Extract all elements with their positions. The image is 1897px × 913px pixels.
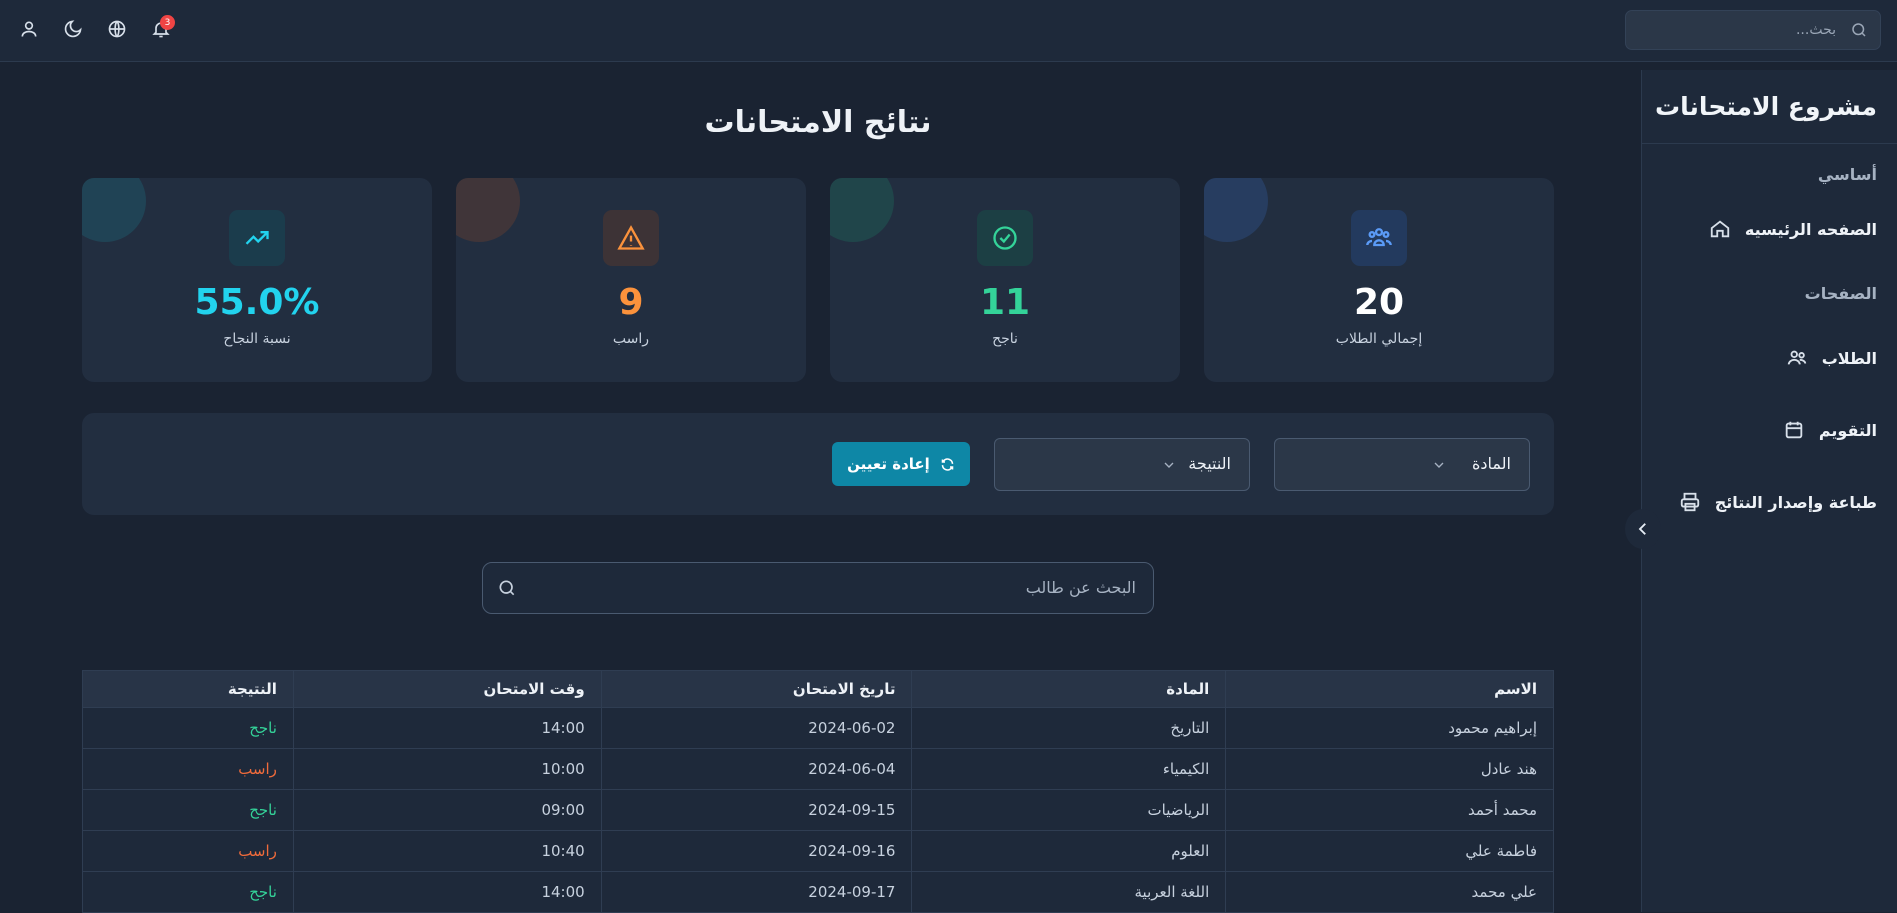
stat-card-failed: 9 راسب	[456, 178, 806, 382]
home-icon	[1710, 220, 1730, 238]
search-icon	[1850, 21, 1868, 43]
cell-result: ناجح	[82, 871, 294, 913]
cell-name: فاطمة علي	[1225, 830, 1554, 872]
chevron-left-icon	[1638, 523, 1646, 535]
cell-exam-date: 2024-09-16	[600, 830, 913, 872]
decorative-blob	[1204, 178, 1268, 242]
cell-exam-time: 14:00	[292, 707, 602, 749]
stat-value: 55.0%	[194, 282, 320, 323]
results-table: الاسم المادة تاريخ الامتحان وقت الامتحان…	[82, 670, 1554, 913]
student-search-input[interactable]: البحث عن طالب	[482, 562, 1154, 614]
cell-name: إبراهيم محمود	[1225, 707, 1554, 749]
cell-exam-time: 10:00	[292, 748, 602, 790]
stat-value: 20	[1353, 282, 1405, 323]
globe-icon[interactable]	[102, 14, 131, 44]
student-search-placeholder: البحث عن طالب	[1025, 578, 1136, 597]
users-icon	[1351, 210, 1407, 266]
decorative-blob	[456, 178, 520, 242]
chevron-down-icon	[1161, 457, 1177, 477]
search-icon	[497, 578, 517, 602]
sidebar-item-label: الصفحه الرئيسيه	[1744, 219, 1877, 239]
sidebar-item-label: طباعة وإصدار النتائج	[1714, 492, 1877, 512]
cell-result: راسب	[82, 748, 294, 790]
section-label-basic: أساسي	[1817, 165, 1877, 184]
stat-label: نسبة النجاح	[223, 331, 291, 347]
section-label-pages: الصفحات	[1804, 284, 1877, 303]
reset-button[interactable]: إعادة تعيين	[832, 442, 970, 486]
filter-panel: المادة النتيجة إعادة تعيين	[82, 413, 1554, 515]
column-header-exam-time[interactable]: وقت الامتحان	[292, 670, 602, 708]
sidebar-collapse-button[interactable]	[1625, 509, 1661, 549]
cell-exam-time: 10:40	[292, 830, 602, 872]
sidebar-item-label: الطلاب	[1821, 348, 1877, 368]
column-header-result[interactable]: النتيجة	[82, 670, 294, 708]
trending-up-icon	[229, 210, 285, 266]
cell-subject: الرياضيات	[911, 789, 1227, 831]
stat-label: ناجح	[992, 331, 1018, 347]
cell-name: علي محمد	[1225, 871, 1554, 913]
printer-icon	[1680, 492, 1699, 512]
table-row[interactable]: فاطمة علي العلوم 2024-09-16 10:40 راسب	[82, 830, 1554, 872]
cell-result: راسب	[82, 830, 294, 872]
sidebar-item-calendar[interactable]: التقويم	[1783, 419, 1877, 441]
stat-label: إجمالي الطلاب	[1335, 331, 1423, 347]
refresh-icon	[941, 457, 954, 471]
result-select-label: النتيجة	[1188, 454, 1231, 473]
cell-subject: اللغة العربية	[911, 871, 1227, 913]
brand-title: مشروع الامتحانات	[1642, 70, 1897, 144]
column-header-exam-date[interactable]: تاريخ الامتحان	[600, 670, 913, 708]
chevron-down-icon	[1431, 457, 1447, 477]
reset-button-label: إعادة تعيين	[847, 455, 930, 473]
cell-result: ناجح	[82, 707, 294, 749]
column-header-name[interactable]: الاسم	[1225, 670, 1554, 708]
decorative-blob	[830, 178, 894, 242]
cell-name: هند عادل	[1225, 748, 1554, 790]
cell-exam-date: 2024-09-15	[600, 789, 913, 831]
cell-subject: الكيمياء	[911, 748, 1227, 790]
moon-icon[interactable]	[58, 14, 87, 44]
subject-select-label: المادة	[1472, 454, 1511, 473]
calendar-icon	[1785, 421, 1803, 439]
sidebar-item-students[interactable]: الطلاب	[1786, 347, 1877, 369]
stat-value: 9	[618, 282, 644, 323]
users-icon	[1787, 350, 1806, 365]
table-row[interactable]: هند عادل الكيمياء 2024-06-04 10:00 راسب	[82, 748, 1554, 790]
cell-result: ناجح	[82, 789, 294, 831]
cell-exam-date: 2024-06-02	[600, 707, 913, 749]
sidebar-item-label: التقويم	[1818, 420, 1877, 440]
user-icon[interactable]	[14, 14, 43, 44]
cell-exam-date: 2024-09-17	[600, 871, 913, 913]
stat-card-total-students: 20 إجمالي الطلاب	[1204, 178, 1554, 382]
top-icons: 3	[14, 14, 175, 44]
notification-bell-button[interactable]: 3	[146, 14, 175, 44]
stat-value: 11	[979, 282, 1031, 323]
cell-exam-time: 09:00	[292, 789, 602, 831]
top-search-input[interactable]: بحث...	[1625, 10, 1881, 50]
cell-name: محمد أحمد	[1225, 789, 1554, 831]
sidebar-item-print-results[interactable]: طباعة وإصدار النتائج	[1679, 491, 1877, 513]
cell-subject: العلوم	[911, 830, 1227, 872]
table-row[interactable]: محمد أحمد الرياضيات 2024-09-15 09:00 ناج…	[82, 789, 1554, 831]
table-row[interactable]: علي محمد اللغة العربية 2024-09-17 14:00 …	[82, 871, 1554, 913]
page-title: نتائج الامتحانات	[704, 105, 932, 140]
cell-exam-time: 14:00	[292, 871, 602, 913]
stat-label: راسب	[612, 331, 650, 347]
decorative-blob	[82, 178, 146, 242]
sidebar: مشروع الامتحانات أساسي الصفحه الرئيسيه ا…	[1641, 70, 1897, 912]
sidebar-item-home[interactable]: الصفحه الرئيسيه	[1709, 218, 1877, 240]
check-circle-icon	[977, 210, 1033, 266]
cell-subject: التاريخ	[911, 707, 1227, 749]
table-row[interactable]: إبراهيم محمود التاريخ 2024-06-02 14:00 ن…	[82, 707, 1554, 749]
table-header-row: الاسم المادة تاريخ الامتحان وقت الامتحان…	[82, 670, 1554, 708]
stat-card-passed: 11 ناجح	[830, 178, 1180, 382]
notification-badge: 3	[160, 15, 175, 30]
stat-card-pass-rate: 55.0% نسبة النجاح	[82, 178, 432, 382]
warning-icon	[603, 210, 659, 266]
top-search-placeholder: بحث...	[1795, 22, 1836, 38]
top-bar: 3 بحث...	[0, 0, 1897, 62]
subject-select[interactable]: المادة	[1274, 438, 1530, 491]
result-select[interactable]: النتيجة	[994, 438, 1250, 491]
column-header-subject[interactable]: المادة	[911, 670, 1227, 708]
cell-exam-date: 2024-06-04	[600, 748, 913, 790]
